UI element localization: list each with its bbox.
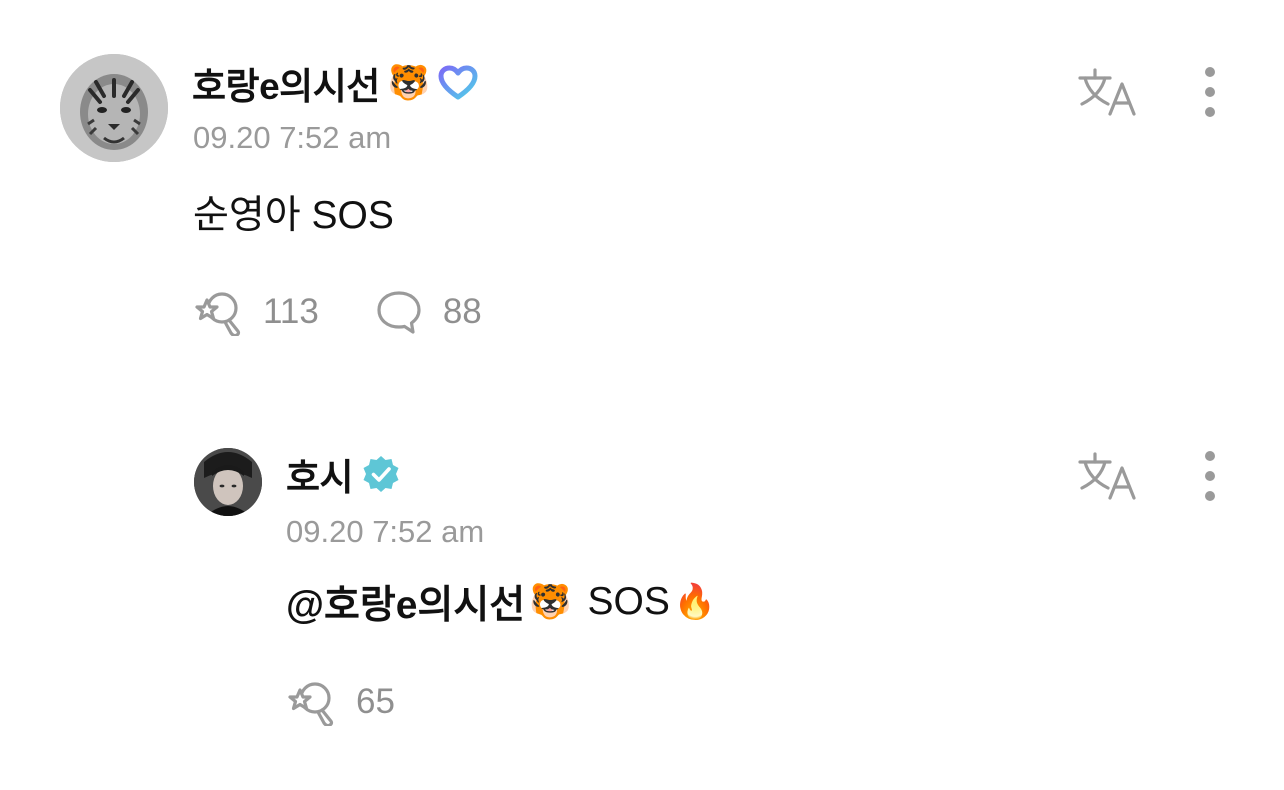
- author-name[interactable]: 호랑e의시선: [192, 56, 380, 110]
- author-name[interactable]: 호시: [286, 447, 354, 501]
- fire-emoji-icon: 🔥: [673, 583, 717, 621]
- timestamp: 09.20 7:52 am: [286, 514, 485, 549]
- translate-icon[interactable]: [1076, 66, 1138, 118]
- like-icon[interactable]: [286, 678, 338, 726]
- tiger-emoji-icon: 🐯: [387, 64, 431, 102]
- timestamp: 09.20 7:52 am: [193, 120, 392, 155]
- comment-text: @호랑e의시선 🐯 SOS 🔥: [286, 574, 716, 630]
- reply-icon[interactable]: [373, 288, 425, 336]
- avatar[interactable]: [60, 54, 168, 162]
- reply-count[interactable]: 88: [443, 292, 482, 332]
- translate-icon[interactable]: [1076, 450, 1138, 502]
- membership-heart-icon: [438, 65, 478, 100]
- more-options-icon[interactable]: [1198, 64, 1222, 120]
- more-options-icon[interactable]: [1198, 448, 1222, 504]
- author-row: 호시: [286, 450, 401, 498]
- tiger-emoji-icon: 🐯: [529, 583, 572, 621]
- like-count: 113: [263, 292, 319, 331]
- comment-body-text: SOS: [587, 580, 670, 623]
- artist-avatar-icon: [194, 448, 262, 516]
- comment: 호랑e의시선 🐯 09.20 7:52 am 순영아 SOS 113 88: [60, 54, 1230, 344]
- avatar[interactable]: [194, 448, 262, 516]
- author-row: 호랑e의시선 🐯: [192, 58, 478, 108]
- comment-menu-area: [1076, 64, 1230, 120]
- reply-comment: 호시 09.20 7:52 am @호랑e의시선 🐯 SOS 🔥 65: [194, 448, 1230, 738]
- tiger-avatar-icon: [60, 54, 168, 162]
- mention-link[interactable]: @호랑e의시선: [286, 574, 525, 630]
- like-icon[interactable]: [193, 288, 245, 336]
- verified-badge-icon: [363, 456, 399, 492]
- comment-actions: 65: [286, 678, 395, 726]
- comment-actions: 113 88: [193, 288, 482, 336]
- comment-menu-area: [1076, 448, 1230, 504]
- comments-screen: 호랑e의시선 🐯 09.20 7:52 am 순영아 SOS 113 88 호시…: [0, 0, 1284, 790]
- comment-text: 순영아 SOS: [193, 194, 394, 237]
- like-count: 65: [356, 682, 395, 721]
